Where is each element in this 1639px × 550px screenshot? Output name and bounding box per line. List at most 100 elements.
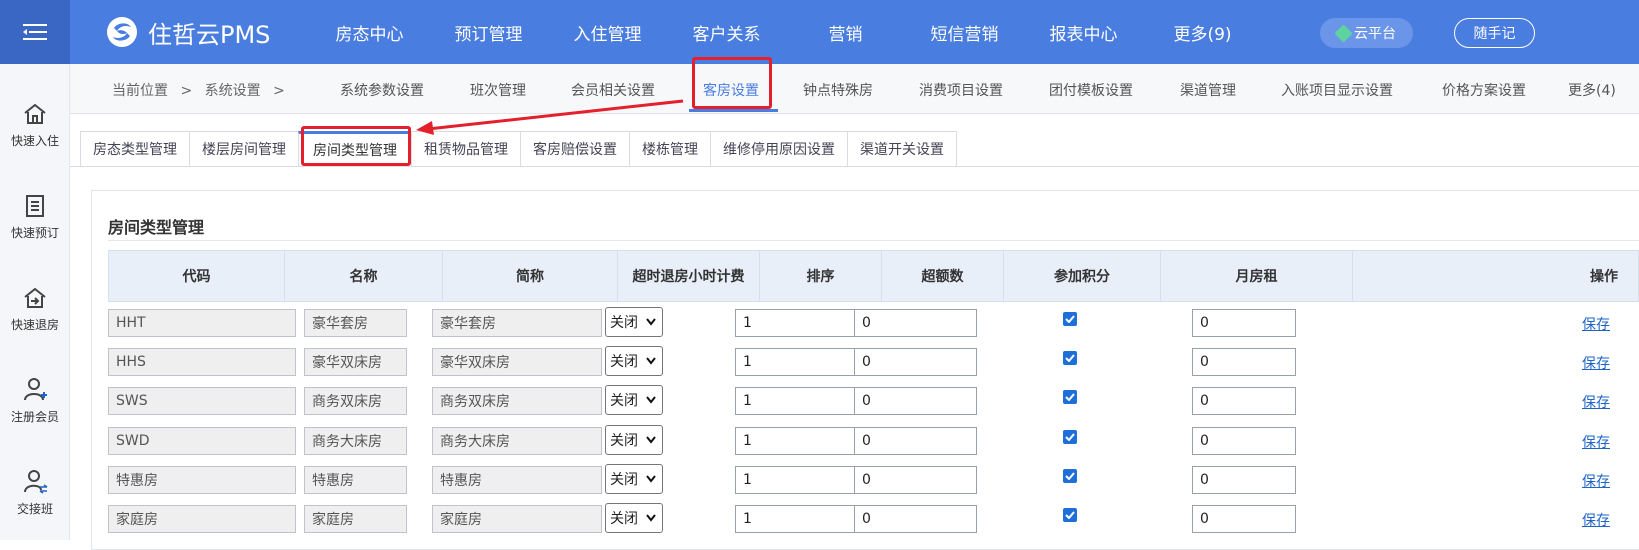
breadcrumb-section[interactable]: 系统设置 bbox=[205, 83, 261, 99]
overtime-select[interactable]: 关闭 bbox=[605, 385, 663, 415]
breadcrumb-current-label: 当前位置 bbox=[112, 83, 168, 99]
points-checkbox[interactable] bbox=[1063, 469, 1077, 483]
order-input[interactable]: 1 bbox=[735, 427, 855, 455]
order-input[interactable]: 1 bbox=[735, 466, 855, 494]
col-header-points: 参加积分 bbox=[1004, 251, 1161, 301]
subtab-hourly-rooms[interactable]: 钟点特殊房 bbox=[803, 80, 873, 100]
short-name-field: 特惠房 bbox=[432, 466, 602, 494]
sidebar-item-label: 快速预订 bbox=[10, 226, 59, 240]
subtab-shift-management[interactable]: 班次管理 bbox=[470, 80, 526, 100]
tab-floor-rooms[interactable]: 楼层房间管理 bbox=[189, 131, 298, 167]
menu-toggle-button[interactable] bbox=[0, 0, 70, 64]
topnav-crm[interactable]: 客户关系 bbox=[667, 20, 786, 45]
col-header-monthly-rent: 月房租 bbox=[1161, 251, 1353, 301]
tab-bar: 房态类型管理 楼层房间管理 房间类型管理 租赁物品管理 客房赔偿设置 楼栋管理 … bbox=[80, 131, 957, 167]
points-checkbox[interactable] bbox=[1063, 390, 1077, 404]
overtime-select[interactable]: 关闭 bbox=[605, 425, 663, 455]
cube-icon bbox=[1334, 23, 1353, 43]
save-link[interactable]: 保存 bbox=[1582, 432, 1610, 452]
monthly-rent-input[interactable]: 0 bbox=[1192, 387, 1296, 415]
monthly-rent-input[interactable]: 0 bbox=[1192, 427, 1296, 455]
order-input[interactable]: 1 bbox=[735, 309, 855, 337]
topnav-reports[interactable]: 报表中心 bbox=[1024, 20, 1143, 45]
points-checkbox[interactable] bbox=[1063, 312, 1077, 326]
document-icon bbox=[26, 195, 44, 217]
subtab-system-params[interactable]: 系统参数设置 bbox=[340, 80, 424, 100]
overtime-select[interactable]: 关闭 bbox=[605, 503, 663, 533]
overtime-select[interactable]: 关闭 bbox=[605, 464, 663, 494]
active-subtab-indicator bbox=[689, 109, 778, 112]
code-field: 特惠房 bbox=[108, 466, 296, 494]
subtab-consumption-items[interactable]: 消费项目设置 bbox=[919, 80, 1003, 100]
topnav-sms[interactable]: 短信营销 bbox=[905, 20, 1024, 45]
save-link[interactable]: 保存 bbox=[1582, 314, 1610, 334]
col-header-overtime: 超时退房小时计费 bbox=[618, 251, 760, 301]
subtab-more[interactable]: 更多(4) bbox=[1568, 80, 1616, 100]
topnav-more[interactable]: 更多(9) bbox=[1143, 20, 1262, 45]
tab-channel-switches[interactable]: 渠道开关设置 bbox=[847, 131, 957, 167]
sidebar-item-shift-handover[interactable]: 交接班 bbox=[0, 468, 70, 517]
points-checkbox[interactable] bbox=[1063, 508, 1077, 522]
save-link[interactable]: 保存 bbox=[1582, 353, 1610, 373]
tab-room-status-types[interactable]: 房态类型管理 bbox=[80, 131, 189, 167]
monthly-rent-input[interactable]: 0 bbox=[1192, 348, 1296, 376]
sidebar-item-quick-checkin[interactable]: 快速入住 bbox=[0, 102, 70, 149]
memo-button[interactable]: 随手记 bbox=[1454, 18, 1535, 48]
sidebar-item-quick-checkout[interactable]: 快速退房 bbox=[0, 286, 70, 333]
app-logo[interactable]: 住哲云PMS bbox=[106, 14, 270, 50]
tab-buildings[interactable]: 楼栋管理 bbox=[629, 131, 710, 167]
order-input[interactable]: 1 bbox=[735, 348, 855, 376]
tab-divider bbox=[70, 166, 1639, 167]
topnav-marketing[interactable]: 营销 bbox=[786, 20, 905, 45]
excess-input[interactable]: 0 bbox=[854, 348, 977, 376]
excess-input[interactable]: 0 bbox=[854, 309, 977, 337]
subtab-posting-display[interactable]: 入账项目显示设置 bbox=[1281, 80, 1393, 100]
highlight-box-room-settings bbox=[692, 57, 772, 109]
sidebar-item-quick-booking[interactable]: 快速预订 bbox=[0, 194, 70, 241]
col-header-action: 操作 bbox=[1590, 269, 1618, 285]
overtime-select-value: 关闭 bbox=[610, 354, 638, 370]
subtab-price-plans[interactable]: 价格方案设置 bbox=[1442, 80, 1526, 100]
topnav-reservation[interactable]: 预订管理 bbox=[429, 20, 548, 45]
monthly-rent-input[interactable]: 0 bbox=[1192, 466, 1296, 494]
code-field: HHT bbox=[108, 309, 296, 337]
topnav-room-status[interactable]: 房态中心 bbox=[310, 20, 429, 45]
points-checkbox[interactable] bbox=[1063, 430, 1077, 444]
excess-input[interactable]: 0 bbox=[854, 466, 977, 494]
subtab-channel-management[interactable]: 渠道管理 bbox=[1180, 80, 1236, 100]
short-name-field: 豪华双床房 bbox=[432, 348, 602, 376]
overtime-select[interactable]: 关闭 bbox=[605, 346, 663, 376]
chevron-down-icon bbox=[646, 318, 656, 326]
code-field: SWS bbox=[108, 387, 296, 415]
subtab-group-templates[interactable]: 团付模板设置 bbox=[1049, 80, 1133, 100]
name-field: 豪华套房 bbox=[304, 309, 407, 337]
points-checkbox[interactable] bbox=[1063, 351, 1077, 365]
excess-input[interactable]: 0 bbox=[854, 387, 977, 415]
cloud-platform-button[interactable]: 云平台 bbox=[1320, 18, 1413, 48]
order-input[interactable]: 1 bbox=[735, 387, 855, 415]
topnav-checkin[interactable]: 入住管理 bbox=[548, 20, 667, 45]
tab-maintenance-reasons[interactable]: 维修停用原因设置 bbox=[710, 131, 847, 167]
monthly-rent-input[interactable]: 0 bbox=[1192, 505, 1296, 533]
home-icon bbox=[24, 103, 46, 124]
top-nav: 房态中心 预订管理 入住管理 客户关系 营销 短信营销 报表中心 更多(9) bbox=[310, 0, 1262, 64]
sidebar-item-register-member[interactable]: 注册会员 bbox=[0, 376, 70, 425]
col-header-name: 名称 bbox=[285, 251, 443, 301]
tab-rental-items[interactable]: 租赁物品管理 bbox=[411, 131, 520, 167]
overtime-select[interactable]: 关闭 bbox=[605, 307, 663, 337]
save-link[interactable]: 保存 bbox=[1582, 392, 1610, 412]
sidebar-item-label: 快速退房 bbox=[10, 318, 59, 332]
overtime-select-value: 关闭 bbox=[610, 511, 638, 527]
name-field: 家庭房 bbox=[304, 505, 407, 533]
order-input[interactable]: 1 bbox=[735, 505, 855, 533]
table-header: 代码 名称 简称 超时退房小时计费 排序 超额数 参加积分 月房租 操作 bbox=[108, 250, 1639, 302]
tab-room-compensation[interactable]: 客房赔偿设置 bbox=[520, 131, 629, 167]
col-header-short: 简称 bbox=[443, 251, 618, 301]
save-link[interactable]: 保存 bbox=[1582, 471, 1610, 491]
monthly-rent-input[interactable]: 0 bbox=[1192, 309, 1296, 337]
excess-input[interactable]: 0 bbox=[854, 427, 977, 455]
save-link[interactable]: 保存 bbox=[1582, 510, 1610, 530]
table-row: HHS 豪华双床房 豪华双床房 关闭 1 0 0 保存 bbox=[108, 343, 1639, 381]
excess-input[interactable]: 0 bbox=[854, 505, 977, 533]
subtab-member-settings[interactable]: 会员相关设置 bbox=[571, 80, 655, 100]
